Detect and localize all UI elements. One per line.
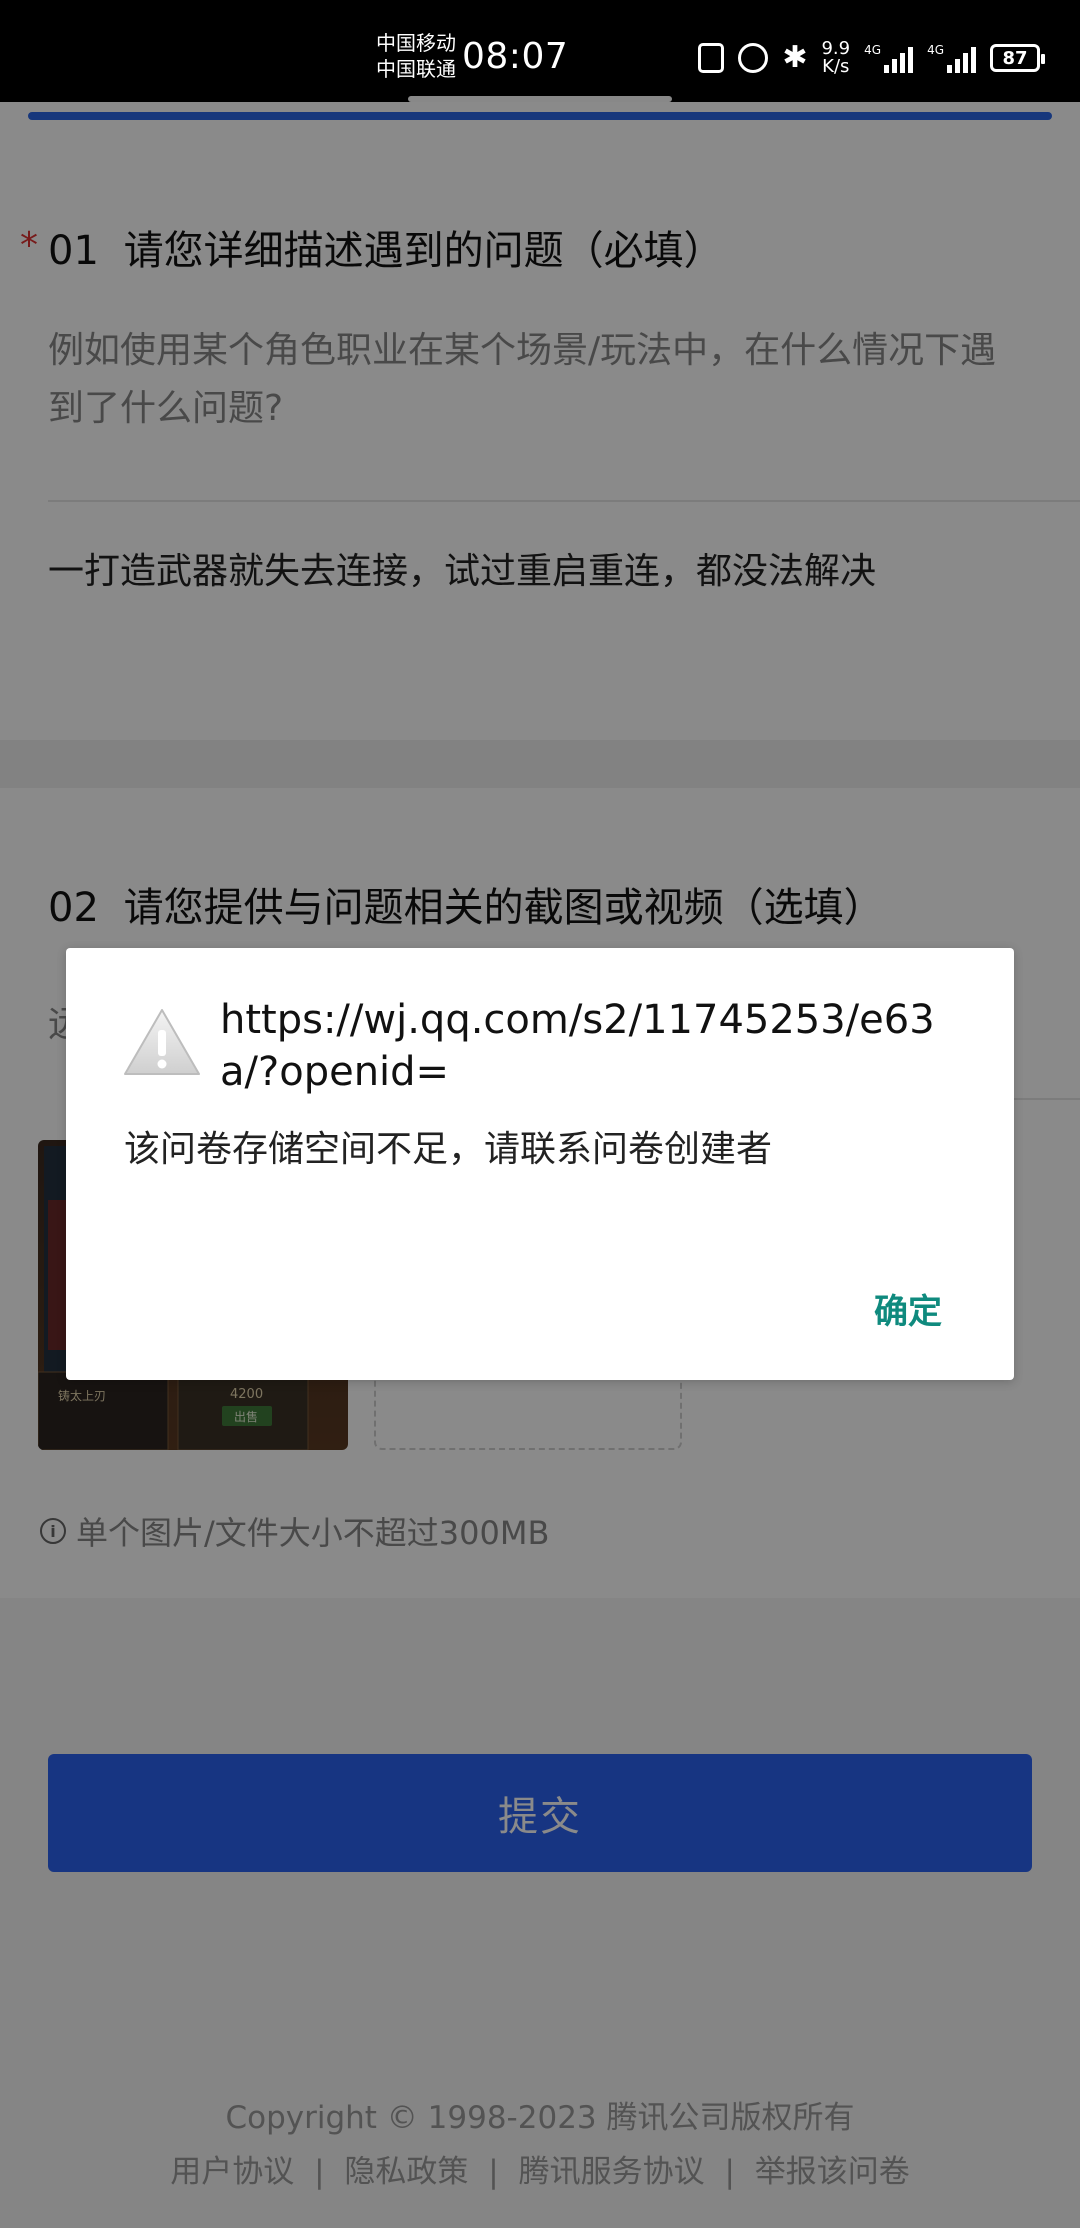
- dialog-title: https://wj.qq.com/s2/11745253/e63a/?open…: [220, 997, 935, 1095]
- carrier-2: 中国联通: [376, 57, 456, 81]
- bluetooth-icon: ✱: [782, 40, 808, 75]
- dialog-ok-button[interactable]: 确定: [874, 1284, 942, 1333]
- status-time: 08:07: [462, 36, 569, 77]
- battery-icon: 87: [990, 44, 1045, 72]
- network-speed: 9.9 K/s: [821, 38, 851, 77]
- signal-1-icon: 4G: [864, 43, 914, 73]
- nfc-icon: [698, 43, 725, 73]
- carrier-labels: 中国移动 中国联通: [376, 30, 456, 82]
- warning-icon: [124, 1009, 200, 1075]
- alarm-icon: [738, 43, 769, 73]
- signal-2-icon: 4G: [927, 43, 976, 73]
- status-bar: 中国移动 中国联通 08:07 ✱ 9.9 K/s 4G 4G 87: [0, 0, 1080, 102]
- carrier-1: 中国移动: [376, 31, 456, 55]
- alert-dialog: https://wj.qq.com/s2/11745253/e63a/?open…: [66, 948, 1014, 1380]
- status-icons: ✱ 9.9 K/s 4G 4G 87: [698, 38, 1045, 77]
- dialog-message: 该问卷存储空间不足，请联系问卷创建者: [124, 1129, 773, 1170]
